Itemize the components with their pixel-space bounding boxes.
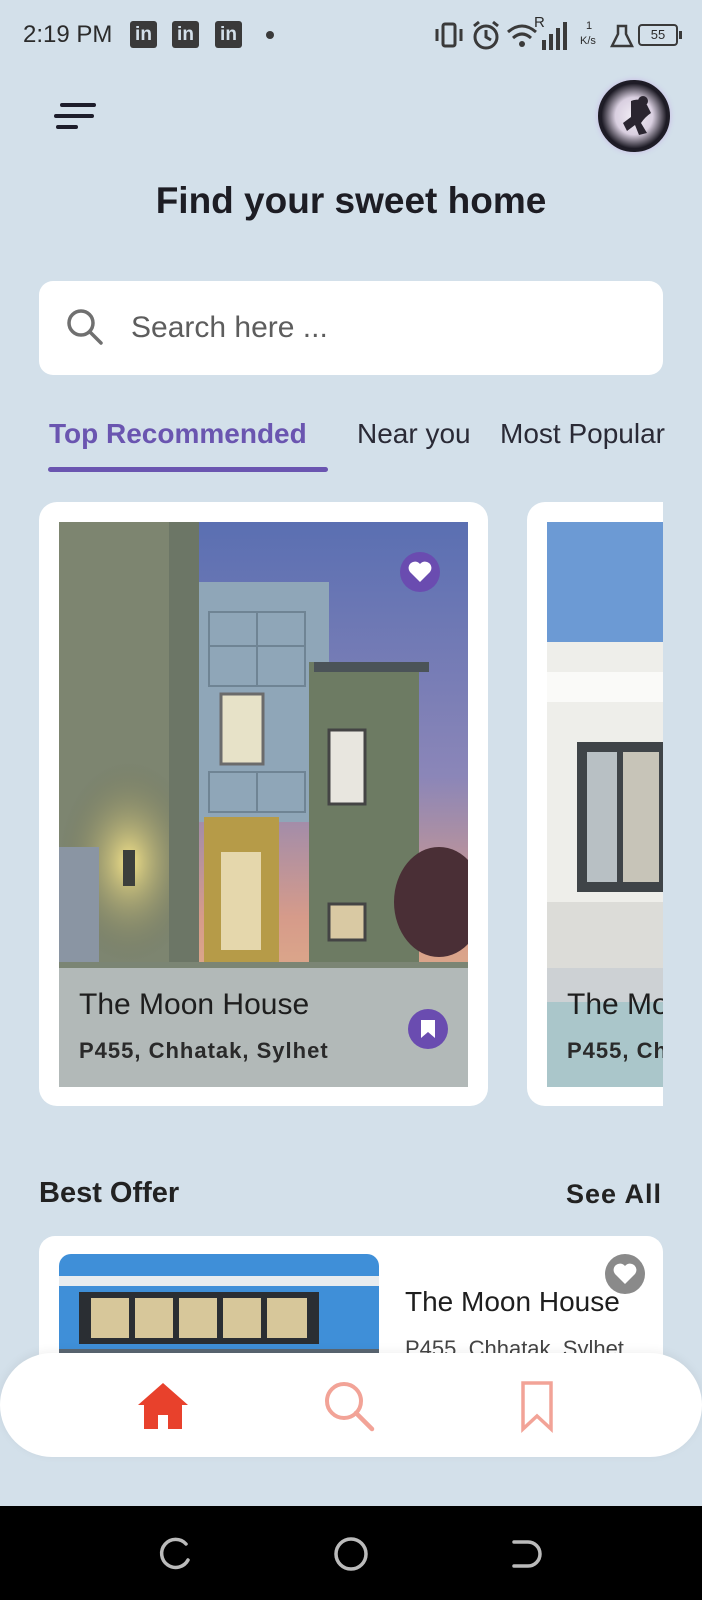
search-icon	[67, 309, 103, 345]
network-speed-unit: K/s	[580, 35, 596, 47]
card-location: P455, Chhatak, Sylhet	[79, 1038, 329, 1063]
property-image: The Moon House P455, Chhatak, Sylhet	[59, 522, 468, 1087]
page-title: Find your sweet home	[155, 180, 547, 221]
nav-bookmarks[interactable]	[510, 1379, 564, 1434]
nav-home[interactable]	[136, 1379, 190, 1433]
recent-apps-icon[interactable]	[156, 1534, 196, 1574]
card-location: P455, Chhatak, Sylhet	[567, 1038, 663, 1063]
linkedin-icon: in	[215, 21, 242, 48]
see-all-link[interactable]: See All	[566, 1179, 662, 1210]
property-card[interactable]: The Moon House P455, Chhatak, Sylhet	[39, 502, 488, 1106]
status-time: 2:19 PM	[23, 21, 113, 48]
tab-top-recommended[interactable]: Top Recommended	[49, 418, 307, 450]
search-icon	[325, 1382, 375, 1432]
card-title: The Moon House	[79, 988, 310, 1021]
back-icon[interactable]	[506, 1534, 546, 1574]
signal-label: R	[534, 14, 545, 31]
property-image: The Moon House P455, Chhatak, Sylhet	[547, 522, 663, 1087]
tab-near-you[interactable]: Near you	[357, 418, 471, 450]
offer-favorite-button[interactable]	[605, 1254, 645, 1294]
card-info-overlay: The Moon House P455, Chhatak, Sylhet	[59, 968, 468, 1087]
flask-icon	[610, 24, 634, 48]
card-info-overlay: The Moon House P455, Chhatak, Sylhet	[547, 968, 663, 1087]
bottom-nav	[0, 1353, 702, 1457]
section-title-best-offer: Best Offer	[39, 1177, 180, 1209]
alarm-icon	[473, 20, 499, 50]
card-clip: The Moon House P455, Chhatak, Sylhet	[527, 502, 663, 1106]
more-notifications-icon	[266, 31, 274, 39]
bookmark-button[interactable]	[408, 1009, 448, 1049]
offer-title: The Moon House	[405, 1286, 620, 1317]
bookmark-icon	[521, 1381, 553, 1434]
menu-button[interactable]	[50, 96, 102, 136]
home-system-icon[interactable]	[331, 1534, 371, 1574]
heart-icon	[408, 561, 432, 582]
nav-search[interactable]	[322, 1379, 376, 1433]
linkedin-icon: in	[172, 21, 199, 48]
vibrate-icon	[435, 22, 463, 48]
system-nav-bar	[0, 1506, 702, 1600]
status-bar: 2:19 PM in in in R 1 K/s 55	[0, 0, 702, 70]
avatar[interactable]	[598, 80, 670, 152]
favorite-button[interactable]	[400, 552, 440, 592]
search-box[interactable]	[39, 281, 663, 375]
heart-icon	[613, 1263, 637, 1284]
search-input[interactable]	[131, 301, 631, 355]
avatar-figure-icon	[623, 96, 651, 135]
card-title: The Moon House	[567, 988, 663, 1021]
network-speed-value: 1	[586, 20, 593, 32]
property-card[interactable]: The Moon House P455, Chhatak, Sylhet	[527, 502, 663, 1106]
linkedin-icon: in	[130, 21, 157, 48]
tab-most-popular[interactable]: Most Popular	[500, 418, 665, 450]
home-icon	[138, 1383, 188, 1429]
bookmark-icon	[421, 1020, 435, 1038]
battery-icon: 55	[638, 24, 682, 46]
tab-active-indicator	[48, 467, 328, 472]
